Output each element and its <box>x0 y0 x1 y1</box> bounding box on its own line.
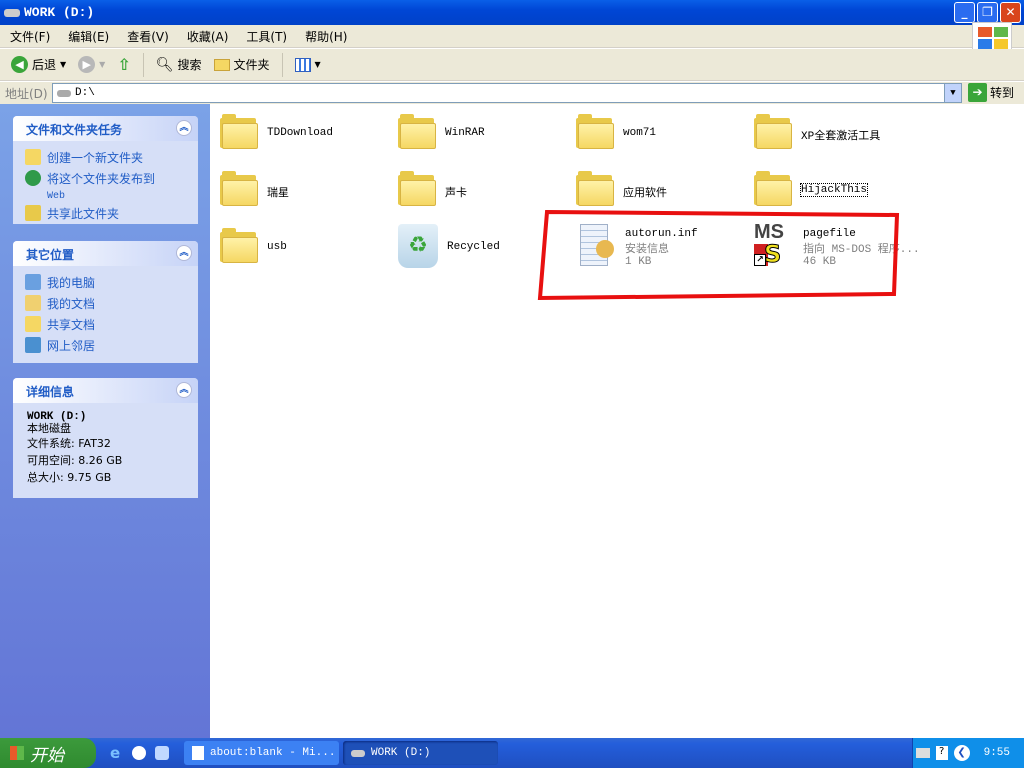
help-icon[interactable]: ? <box>935 746 948 760</box>
system-tray: ? ❮ 9:55 <box>912 738 1024 768</box>
ie-page-icon <box>192 746 204 760</box>
start-button[interactable]: 开始 <box>0 738 96 768</box>
keyboard-icon[interactable] <box>915 748 930 758</box>
drive-icon <box>351 749 365 757</box>
taskbar: 开始 e about:blank - Mi... WORK (D:) ? ❮ 9… <box>0 738 1024 768</box>
ie-icon[interactable]: e <box>110 744 120 762</box>
outlook-icon[interactable] <box>155 746 169 760</box>
task-explorer[interactable]: WORK (D:) <box>343 741 498 765</box>
media-player-icon[interactable] <box>132 746 146 760</box>
chevron-left-icon[interactable]: ❮ <box>953 745 970 761</box>
red-annotation-box <box>537 209 900 301</box>
clock: 9:55 <box>983 747 1010 759</box>
windows-flag-icon <box>10 746 24 760</box>
task-ie[interactable]: about:blank - Mi... <box>184 741 339 765</box>
